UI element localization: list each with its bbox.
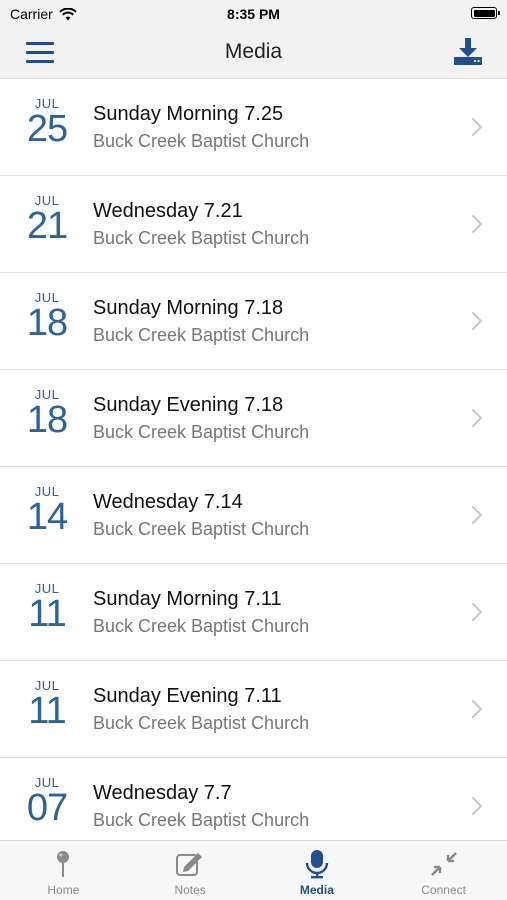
tab-bar: Home Notes Media Connect	[0, 840, 507, 900]
media-subtitle: Buck Creek Baptist Church	[93, 519, 310, 539]
chevron-right-icon	[472, 700, 482, 718]
media-item[interactable]: JUL 14 Wednesday 7.14 Buck Creek Baptist Ch…	[0, 467, 507, 564]
media-item[interactable]: JUL 18 Sunday Evening 7.18 Buck Creek Bapti…	[0, 370, 507, 467]
media-subtitle: Buck Creek Baptist Church	[93, 422, 310, 442]
date-day: 25	[26, 108, 68, 150]
media-title: Wednesday 7.7	[93, 782, 232, 804]
tab-label: Connect	[421, 883, 466, 897]
tab-label: Notes	[174, 883, 206, 897]
date-day: 18	[26, 399, 68, 441]
tab-media[interactable]: Media	[254, 841, 381, 900]
microphone-icon	[301, 849, 333, 879]
media-subtitle: Buck Creek Baptist Church	[93, 228, 310, 248]
media-item[interactable]: JUL 11 Sunday Morning 7.11 Buck Creek Bapti…	[0, 564, 507, 661]
chevron-right-icon	[472, 118, 482, 136]
media-item[interactable]: JUL 11 Sunday Evening 7.11 Buck Creek Bapti…	[0, 661, 507, 758]
date-badge: JUL 14	[18, 485, 76, 538]
chevron-right-icon	[472, 797, 482, 815]
date-day: 18	[26, 302, 68, 344]
chevron-right-icon	[472, 506, 482, 524]
download-button[interactable]	[453, 38, 483, 66]
navigation-bar: Media	[0, 28, 507, 79]
battery-icon	[471, 7, 500, 19]
pin-icon	[47, 849, 79, 879]
chevron-right-icon	[472, 215, 482, 233]
download-icon	[454, 38, 482, 65]
media-title: Sunday Morning 7.11	[93, 588, 282, 610]
page-title: Media	[224, 40, 283, 63]
date-badge: JUL 11	[18, 679, 76, 732]
media-subtitle: Buck Creek Baptist Church	[93, 616, 310, 636]
date-badge: JUL 18	[18, 388, 76, 441]
media-title: Wednesday 7.21	[93, 200, 243, 222]
media-list: JUL 25 Sunday Morning 7.25 Buck Creek Bapti…	[0, 79, 507, 840]
media-item[interactable]: JUL 18 Sunday Morning 7.18 Buck Creek Bapti…	[0, 273, 507, 370]
chevron-right-icon	[472, 409, 482, 427]
media-subtitle: Buck Creek Baptist Church	[93, 325, 310, 345]
media-title: Sunday Evening 7.11	[93, 685, 282, 707]
media-title: Sunday Morning 7.18	[93, 297, 284, 319]
tab-connect[interactable]: Connect	[380, 841, 507, 900]
chevron-right-icon	[472, 603, 482, 621]
tab-notes[interactable]: Notes	[127, 841, 254, 900]
date-badge: JUL 07	[18, 776, 76, 829]
media-subtitle: Buck Creek Baptist Church	[93, 713, 310, 733]
notes-icon	[174, 849, 206, 879]
clock: 8:35 PM	[227, 6, 280, 22]
media-item[interactable]: JUL 07 Wednesday 7.7 Buck Creek Baptist Chu…	[0, 758, 507, 840]
status-bar: Carrier 8:35 PM	[0, 0, 507, 28]
tab-home[interactable]: Home	[0, 841, 127, 900]
media-item[interactable]: JUL 21 Wednesday 7.21 Buck Creek Baptist Ch…	[0, 176, 507, 273]
media-title: Wednesday 7.14	[93, 491, 243, 513]
date-badge: JUL 25	[18, 97, 76, 150]
tab-label: Media	[299, 883, 334, 897]
date-day: 11	[28, 690, 66, 732]
media-title: Sunday Morning 7.25	[93, 103, 284, 125]
date-badge: JUL 11	[18, 582, 76, 635]
media-title: Sunday Evening 7.18	[93, 394, 284, 416]
date-day: 14	[26, 496, 68, 538]
media-subtitle: Buck Creek Baptist Church	[93, 131, 310, 151]
date-day: 07	[26, 787, 68, 829]
chevron-right-icon	[472, 312, 482, 330]
date-badge: JUL 21	[18, 194, 76, 247]
media-subtitle: Buck Creek Baptist Church	[93, 810, 310, 830]
media-item[interactable]: JUL 25 Sunday Morning 7.25 Buck Creek Bapti…	[0, 79, 507, 176]
date-day: 11	[28, 593, 66, 635]
date-day: 21	[26, 205, 68, 247]
compress-icon	[428, 849, 460, 879]
tab-label: Home	[47, 883, 80, 897]
date-badge: JUL 18	[18, 291, 76, 344]
